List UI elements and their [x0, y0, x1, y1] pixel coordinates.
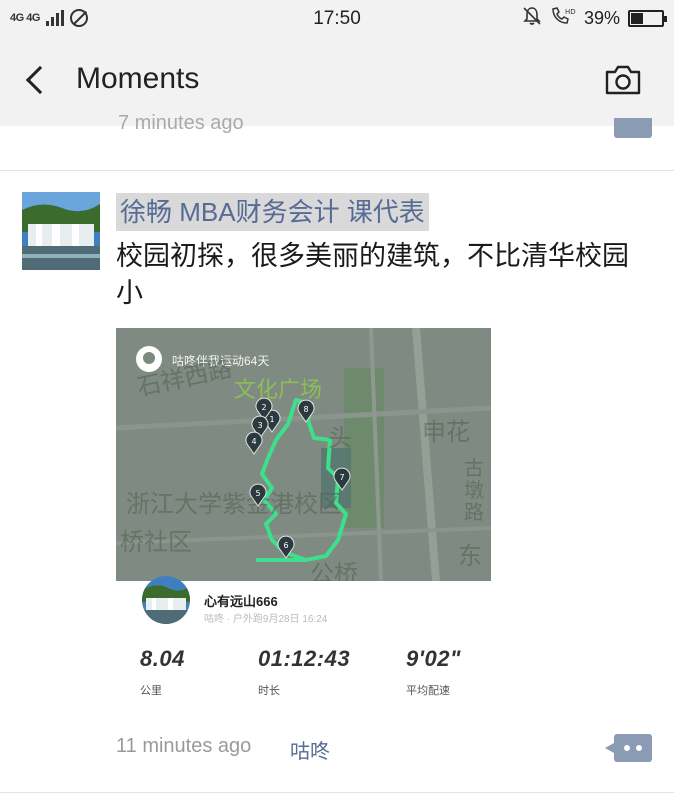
post-author[interactable]: 徐畅 MBA财务会计 课代表 — [116, 193, 429, 231]
route-marker-label: 2 — [261, 403, 266, 412]
route-marker: 7 — [333, 467, 351, 491]
mute-bell-icon — [522, 6, 542, 31]
route-marker: 6 — [277, 535, 295, 559]
route-marker-label: 4 — [251, 437, 256, 446]
back-icon[interactable] — [22, 62, 54, 98]
route-marker: 5 — [249, 483, 267, 507]
route-marker: 4 — [245, 431, 263, 455]
page-title: Moments — [76, 62, 200, 95]
svg-text:HD: HD — [565, 8, 576, 16]
stat-value: 01:12:43 — [258, 646, 351, 671]
post-text: 校园初探，很多美丽的建筑，不比清华校园小 — [116, 241, 629, 308]
stat-duration: 01:12:43 时长 — [258, 646, 350, 698]
route-markers: 12345678 — [245, 397, 351, 559]
battery-percent: 39% — [583, 7, 620, 28]
route-marker-label: 3 — [257, 421, 262, 430]
post-time: 11 minutes ago — [116, 735, 252, 757]
route-map: 咕咚伴我运动64天 石祥西路 文化广场 头 申花 古墩路 浙江大学紫金港校区 桥… — [116, 328, 491, 581]
hd-call-icon: HD — [550, 6, 576, 31]
status-bar: 4G 4G 17:50 HD 39% — [0, 0, 674, 36]
comment-more-button[interactable] — [605, 734, 652, 762]
route-marker: 8 — [297, 399, 315, 423]
stat-label: 平均配速 — [406, 685, 450, 697]
camera-icon[interactable] — [604, 64, 642, 96]
runner-row: 心有远山666 咕咚 · 户外跑9月28日 16:24 — [142, 576, 472, 636]
route-marker-label: 7 — [339, 473, 344, 482]
runner-name: 心有远山666 — [204, 594, 278, 609]
divider — [0, 792, 674, 793]
previous-post-time: 7 minutes ago — [118, 112, 244, 134]
stat-label: 公里 — [140, 685, 162, 697]
previous-post-more-button[interactable] — [614, 118, 652, 138]
stat-distance: 8.04 公里 — [140, 646, 185, 698]
post-source-link[interactable]: 咕咚 — [290, 735, 330, 764]
runner-avatar — [142, 576, 190, 624]
stat-value: 8.04 — [140, 646, 185, 671]
nav-bar: Moments — [0, 36, 674, 126]
runner-meta: 咕咚 · 户外跑9月28日 16:24 — [204, 614, 328, 625]
battery-icon — [628, 9, 667, 27]
status-right: HD 39% — [522, 6, 667, 31]
route-marker-label: 1 — [269, 415, 274, 424]
avatar[interactable] — [22, 192, 100, 270]
route-marker-label: 8 — [303, 405, 308, 414]
divider — [0, 170, 674, 171]
shared-activity-card[interactable]: 咕咚伴我运动64天 石祥西路 文化广场 头 申花 古墩路 浙江大学紫金港校区 桥… — [116, 328, 491, 703]
stat-label: 时长 — [258, 685, 280, 697]
stat-value: 9'02" — [406, 646, 461, 671]
route-marker-label: 5 — [255, 489, 260, 498]
stat-pace: 9'02" 平均配速 — [406, 646, 461, 698]
route-marker-label: 6 — [283, 541, 288, 550]
